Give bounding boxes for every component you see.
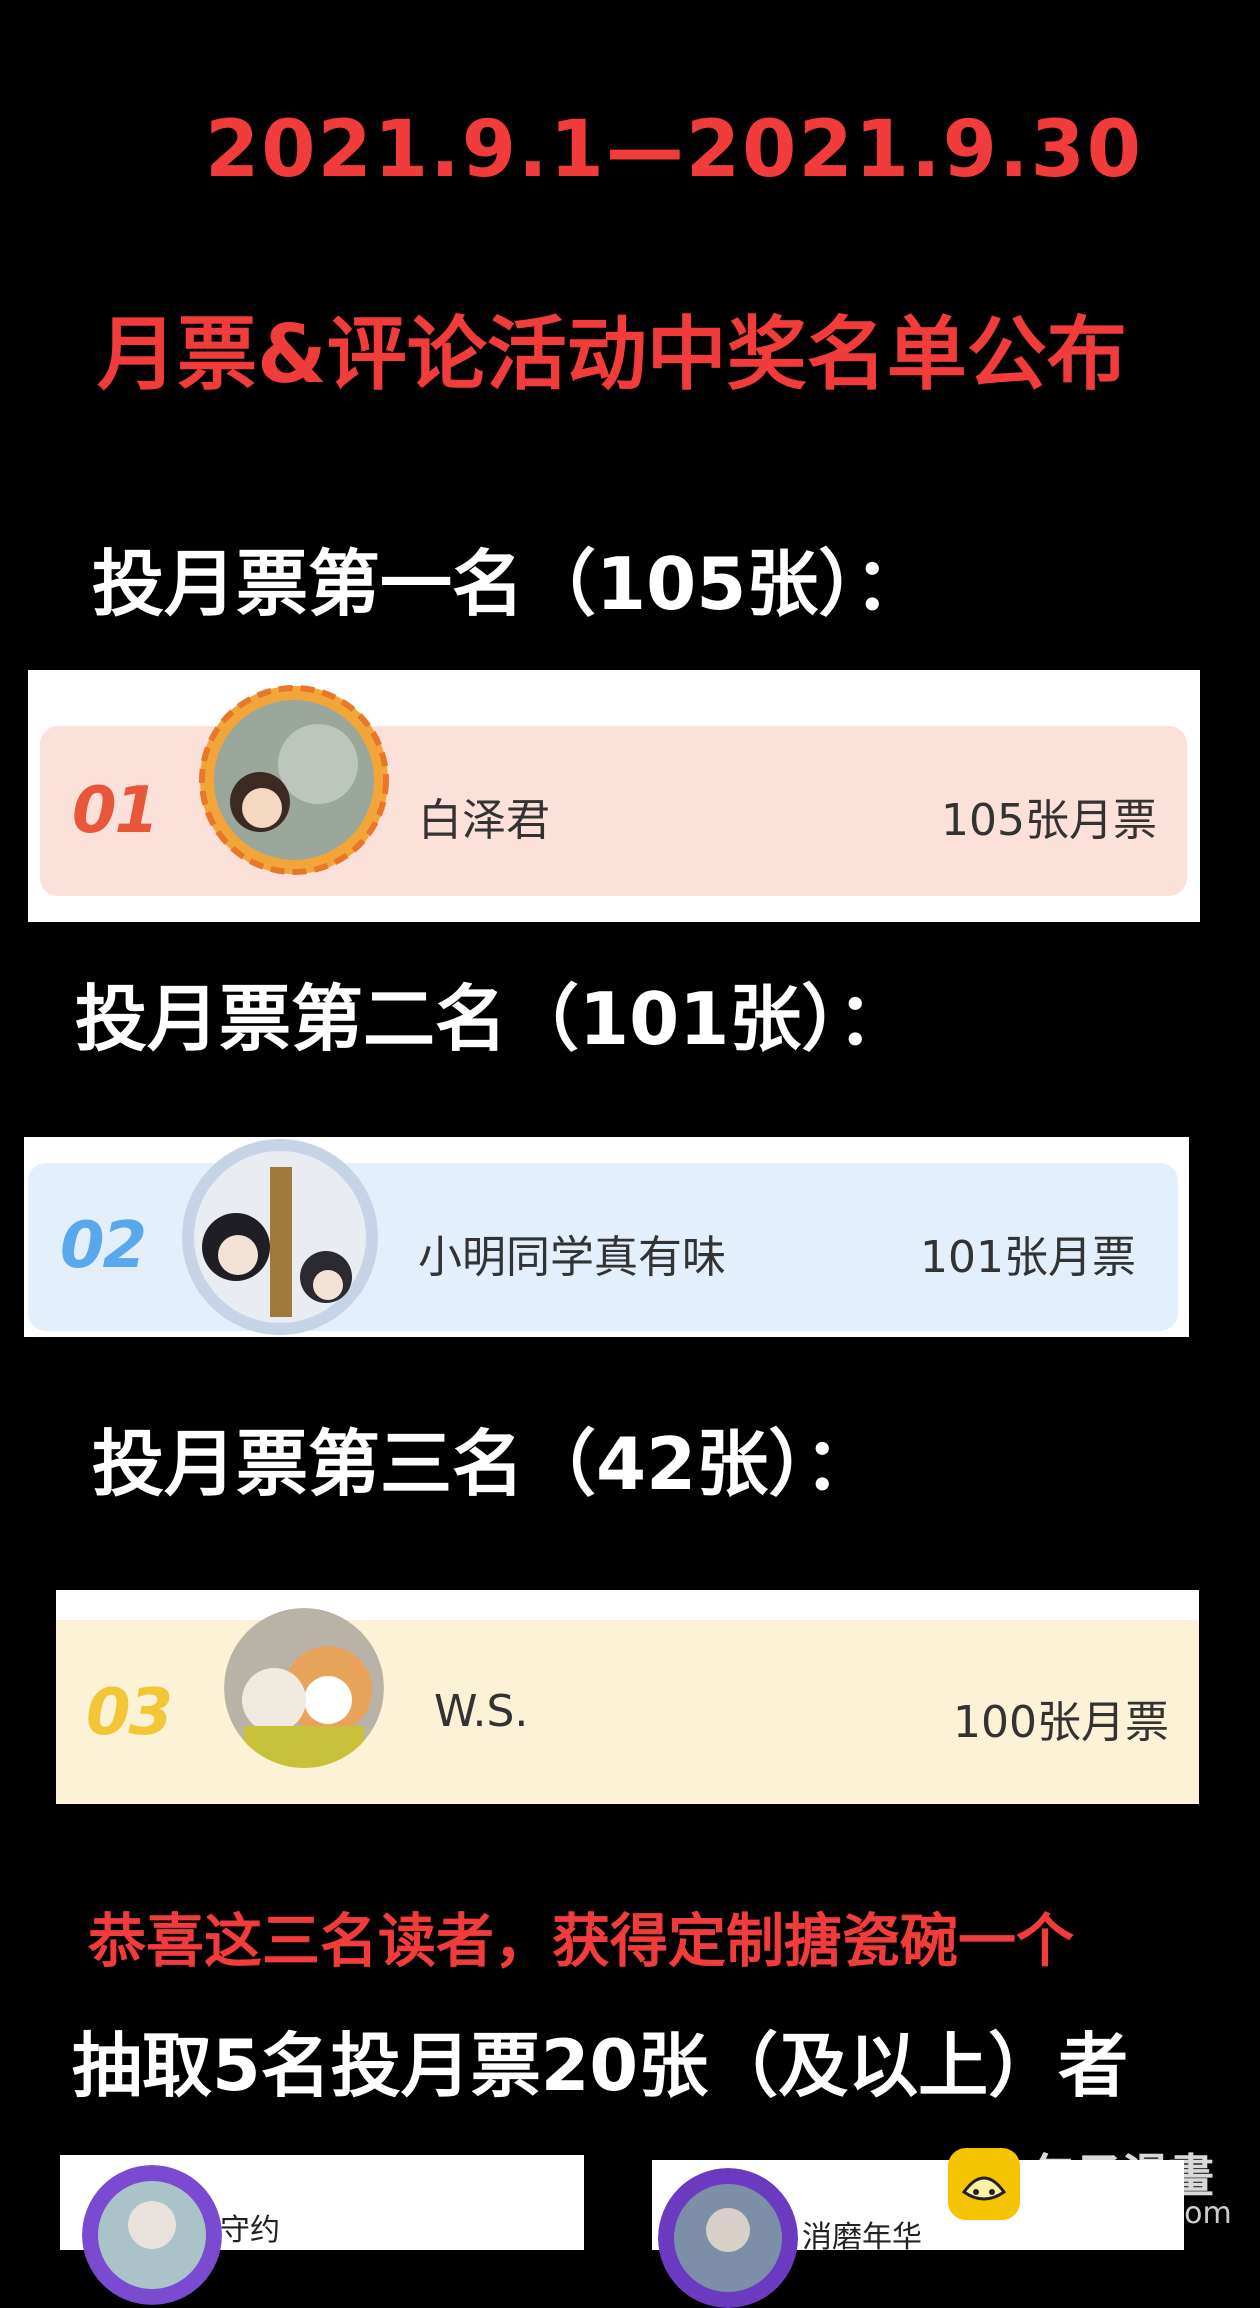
- page-title: 月票&评论活动中奖名单公布: [97, 308, 1127, 401]
- rank-1-heading: 投月票第一名（105张）：: [92, 542, 927, 626]
- rank-3-number: 03: [86, 1676, 173, 1750]
- rank-3-username[interactable]: W.S.: [434, 1686, 528, 1737]
- draw-heading: 抽取5名投月票20张（及以上）者: [72, 2025, 1129, 2107]
- congrats-text: 恭喜这三名读者，获得定制搪瓷碗一个: [88, 1907, 1075, 1975]
- rank-3-heading: 投月票第三名（42张）：: [92, 1422, 877, 1506]
- draw-winner-card[interactable]: 守约: [60, 2155, 584, 2305]
- watermark-logo-icon: [948, 2148, 1020, 2220]
- draw-winner-avatar: [658, 2168, 798, 2308]
- rank-1-card-frame: 01 白泽君 105张月票: [28, 670, 1200, 922]
- watermark-url: baozimh.com: [1030, 2196, 1232, 2231]
- rank-1-username[interactable]: 白泽君: [418, 784, 550, 848]
- rank-1-avatar[interactable]: [198, 684, 390, 876]
- watermark: 包子漫畫 baozimh.com: [946, 2140, 1246, 2240]
- draw-winner-name: 消磨年华: [802, 2220, 922, 2255]
- rank-2-votes: 101张月票: [920, 1232, 1136, 1283]
- rank-3-card-frame: 03 W.S. 100张月票: [56, 1590, 1199, 1804]
- rank-3-avatar[interactable]: [224, 1608, 384, 1768]
- rank-1-votes: 105张月票: [941, 795, 1157, 846]
- rank-2-card-frame: 02 小明同学真有味 101张月票: [24, 1137, 1189, 1337]
- rank-2-username[interactable]: 小明同学真有味: [418, 1221, 726, 1285]
- rank-2-avatar[interactable]: [180, 1137, 380, 1337]
- date-range: 2021.9.1—2021.9.30: [205, 105, 1144, 195]
- rank-2-heading: 投月票第二名（101张）：: [75, 977, 910, 1061]
- draw-winner-avatar: [82, 2165, 222, 2305]
- draw-winner-name: 守约: [220, 2213, 280, 2248]
- rank-2-number: 02: [60, 1209, 147, 1283]
- rank-1-number: 01: [72, 774, 159, 848]
- rank-3-votes: 100张月票: [953, 1697, 1169, 1748]
